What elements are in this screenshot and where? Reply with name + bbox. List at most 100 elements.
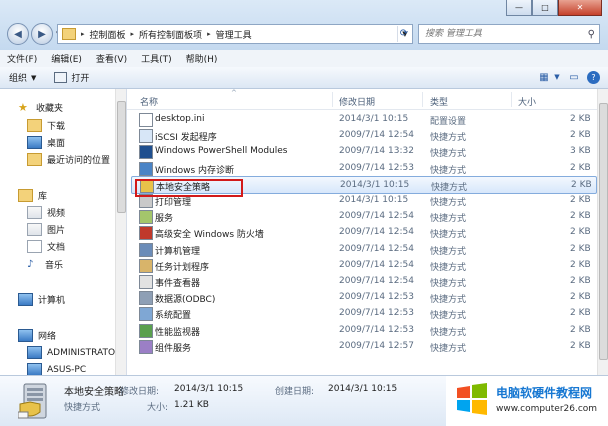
column-divider[interactable] [332,92,333,107]
video-library-icon [27,206,42,219]
help-icon[interactable]: ? [587,70,600,84]
view-dropdown-icon[interactable]: ▼ [553,69,561,85]
nav-item-documents[interactable]: 文档 [27,240,65,253]
nav-item-label: 图片 [47,226,66,236]
column-divider[interactable] [511,92,512,107]
nav-buttons: ◀ ▶ ▼ [7,23,61,45]
menu-edit[interactable]: 编辑(E) [44,52,89,65]
nav-item-recent[interactable]: 最近访问的位置 [27,153,110,166]
close-button[interactable]: ✕ [558,0,602,16]
file-row[interactable]: iSCSI 发起程序 2009/7/14 12:54 快捷方式 2 KB [131,127,595,144]
file-date: 2009/7/14 12:54 [339,130,414,141]
services-icon [139,210,153,225]
menu-help[interactable]: 帮助(H) [179,52,225,65]
nav-item-music[interactable]: ♪ 音乐 [27,258,63,271]
watermark-title: 电脑软硬件教程网 [496,386,593,400]
nav-item-label: 桌面 [47,139,66,149]
chevron-right-icon[interactable]: ▸ [205,30,213,38]
nav-item-label: ADMINISTRATO [47,347,116,358]
nav-item-administrator-pc[interactable]: ADMINISTRATO [27,346,115,359]
file-list-scrollbar[interactable] [597,89,608,375]
search-icon[interactable]: ⚲ [588,29,595,40]
forward-button[interactable]: ▶ [31,23,53,45]
nav-scrollbar-thumb[interactable] [117,101,126,213]
menu-tools[interactable]: 工具(T) [134,52,179,65]
file-size: 2 KB [570,195,591,205]
file-row[interactable]: 高级安全 Windows 防火墙 2009/7/14 12:54 快捷方式 2 KB [131,224,595,241]
file-row[interactable]: desktop.ini 2014/3/1 10:15 配置设置 2 KB [131,111,595,127]
file-size: 2 KB [570,276,591,286]
details-modified-label: 修改日期: [120,387,160,397]
back-arrow-icon: ◀ [14,28,22,40]
file-type: 快捷方式 [430,262,467,273]
view-controls: ▦ ▼ ▭ ? [531,69,600,85]
address-bar[interactable]: ▸ 控制面板 ▸ 所有控制面板项 ▸ 管理工具 ▼ [57,24,413,44]
file-date: 2014/3/1 10:15 [339,195,409,205]
nav-scrollbar[interactable] [115,89,126,375]
file-size: 2 KB [570,130,591,141]
nav-item-label: 最近访问的位置 [47,156,111,166]
nav-network[interactable]: 网络 [18,329,56,342]
details-file-name: 本地安全策略 [64,387,124,398]
file-name: 服务 [155,214,174,225]
column-header-date[interactable]: 修改日期 [339,95,375,108]
organize-button[interactable]: 组织 ▼ [0,71,45,85]
title-bar: — □ ✕ ◀ ▶ ▼ ▸ 控制面板 ▸ 所有控制面板项 ▸ 管理工具 ▼ ⟳ … [0,0,608,50]
file-row[interactable]: 服务 2009/7/14 12:54 快捷方式 2 KB [131,208,595,225]
refresh-button[interactable]: ⟳ [395,24,413,42]
breadcrumb-control-panel[interactable]: 控制面板 [87,28,129,41]
file-list: 名称 ^ 修改日期 类型 大小 desktop.ini 2014/3/1 10:1… [127,89,608,375]
column-header-type[interactable]: 类型 [430,95,448,108]
file-type: 快捷方式 [430,327,467,338]
file-row[interactable]: 性能监视器 2009/7/14 12:53 快捷方式 2 KB [131,322,595,338]
desktop-icon [27,136,42,149]
file-row[interactable]: 任务计划程序 2009/7/14 12:54 快捷方式 2 KB [131,257,595,273]
search-input[interactable] [419,28,577,40]
computer-management-icon [139,242,153,257]
nav-computer[interactable]: 计算机 [18,293,65,306]
file-size: 2 KB [570,292,591,303]
nav-libraries[interactable]: 库 [18,189,47,202]
file-row[interactable]: 数据源(ODBC) 2009/7/14 12:53 快捷方式 2 KB [131,289,595,306]
details-created-label: 创建日期: [275,387,315,397]
open-button[interactable]: 打开 [45,71,98,84]
nav-favorites[interactable]: ★ 收藏夹 [18,101,63,114]
breadcrumb-admin-tools[interactable]: 管理工具 [213,28,255,41]
file-row[interactable]: Windows 内存诊断 2009/7/14 12:53 快捷方式 2 KB [131,160,595,176]
column-header-name[interactable]: 名称 [140,95,158,108]
file-name: 性能监视器 [155,327,201,338]
breadcrumb-all-items[interactable]: 所有控制面板项 [136,28,205,41]
chevron-right-icon[interactable]: ▸ [79,30,87,38]
chevron-right-icon[interactable]: ▸ [129,30,137,38]
watermark-url: www.computer26.com [496,404,598,414]
file-type: 快捷方式 [430,230,467,241]
nav-item-desktop[interactable]: 桌面 [27,136,65,149]
file-row[interactable]: 事件查看器 2009/7/14 12:54 快捷方式 2 KB [131,273,595,289]
menu-view[interactable]: 查看(V) [89,52,134,65]
minimize-button[interactable]: — [506,0,532,16]
iscsi-icon [139,129,153,144]
file-row[interactable]: 计算机管理 2009/7/14 12:54 快捷方式 2 KB [131,241,595,257]
nav-item-downloads[interactable]: 下载 [27,119,65,132]
details-modified-value: 2014/3/1 10:15 [174,384,244,394]
file-list-scrollbar-thumb[interactable] [599,103,608,360]
nav-item-pictures[interactable]: 图片 [27,223,65,236]
control-panel-icon [62,28,76,40]
column-header-size[interactable]: 大小 [518,95,536,108]
menu-file[interactable]: 文件(F) [0,52,44,65]
highlight-box [135,179,243,197]
file-row[interactable]: 组件服务 2009/7/14 12:57 快捷方式 2 KB [131,338,595,354]
file-size: 2 KB [570,162,591,173]
file-row[interactable]: Windows PowerShell Modules 2009/7/14 13:3… [131,143,595,160]
column-divider[interactable] [422,92,423,107]
nav-item-label: 文档 [47,243,66,253]
file-name: 组件服务 [155,343,192,354]
maximize-button[interactable]: □ [532,0,558,16]
search-box[interactable]: ⚲ [418,24,600,44]
nav-item-videos[interactable]: 视频 [27,206,65,219]
file-row[interactable]: 系统配置 2009/7/14 12:53 快捷方式 2 KB [131,305,595,322]
preview-pane-icon[interactable]: ▭ [565,69,583,85]
change-view-icon[interactable]: ▦ [535,69,553,85]
back-button[interactable]: ◀ [7,23,29,45]
recent-places-icon [27,153,42,166]
